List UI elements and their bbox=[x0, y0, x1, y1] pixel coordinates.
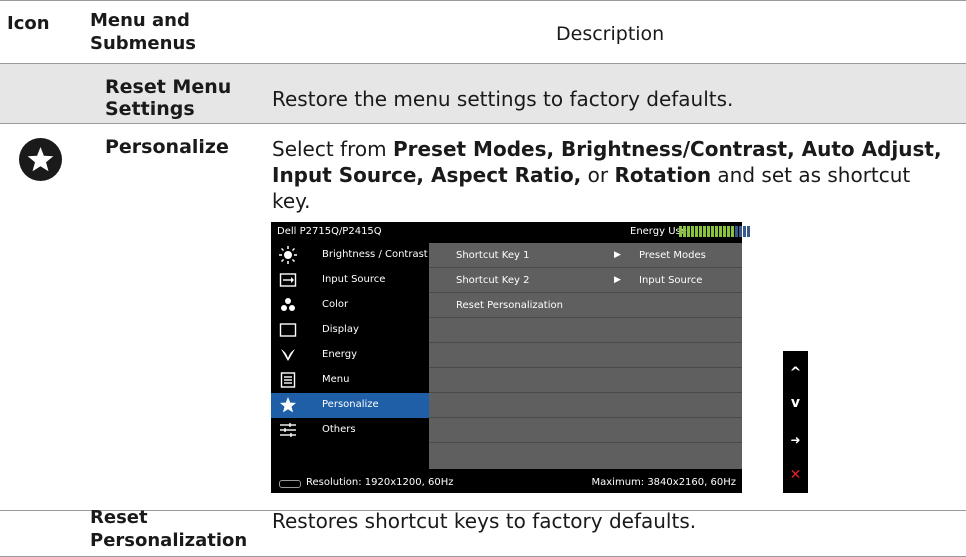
table-top-rule bbox=[0, 0, 966, 1]
energy-bar-segment bbox=[699, 226, 702, 237]
osd-maximum: Maximum: 3840x2160, 60Hz bbox=[591, 477, 737, 488]
star-icon bbox=[280, 397, 296, 413]
osd-row-key: Shortcut Key 2 bbox=[456, 275, 530, 286]
osd-footer: Resolution: 1920x1200, 60Hz Maximum: 384… bbox=[271, 473, 742, 493]
right-arrow-icon[interactable]: ➜ bbox=[783, 428, 808, 452]
osd-item-label: Energy bbox=[322, 349, 358, 360]
energy-bar-segment bbox=[743, 226, 746, 237]
energy-bar-segment bbox=[683, 226, 686, 237]
osd-item-personalize[interactable]: Personalize bbox=[271, 393, 429, 418]
brightness-icon bbox=[279, 246, 297, 264]
right-triangle-icon: ▶ bbox=[614, 250, 621, 260]
osd-row-shortcut-key-2[interactable]: Shortcut Key 2 ▶ Input Source bbox=[429, 268, 742, 293]
header-menu-line1: Menu and bbox=[90, 10, 190, 31]
description-personalize-line2: Input Source, Aspect Ratio, or Rotation … bbox=[272, 163, 911, 187]
osd-item-display[interactable]: Display bbox=[271, 318, 429, 343]
menu-reset-personalization-line2: Personalization bbox=[90, 530, 248, 551]
osd-item-label: Input Source bbox=[322, 274, 386, 285]
osd-item-label: Menu bbox=[322, 374, 350, 385]
energy-bar-segment bbox=[695, 226, 698, 237]
osd-row-reset-personalization[interactable]: Reset Personalization bbox=[429, 293, 742, 318]
input-source-icon bbox=[279, 273, 297, 287]
down-chevron-icon[interactable]: v bbox=[783, 391, 808, 415]
menu-reset-menu-settings-line1: Reset Menu bbox=[105, 76, 232, 98]
energy-bar-segment bbox=[711, 226, 714, 237]
description-reset-personalization: Restores shortcut keys to factory defaul… bbox=[272, 509, 697, 533]
osd-resolution: Resolution: 1920x1200, 60Hz bbox=[306, 477, 454, 488]
osd-item-label: Brightness / Contrast bbox=[322, 249, 428, 260]
energy-bar-segment bbox=[715, 226, 718, 237]
row-divider bbox=[0, 123, 966, 124]
cable-icon bbox=[279, 480, 301, 488]
osd-item-others[interactable]: Others bbox=[271, 418, 429, 443]
osd-item-label: Personalize bbox=[322, 399, 379, 410]
header-description: Description bbox=[556, 23, 665, 45]
osd-submenu-panel: Shortcut Key 1 ▶ Preset Modes Shortcut K… bbox=[429, 243, 742, 469]
osd-row-key: Shortcut Key 1 bbox=[456, 250, 530, 261]
close-x-icon[interactable]: ✕ bbox=[783, 463, 808, 487]
osd-item-energy[interactable]: Energy bbox=[271, 343, 429, 368]
personalize-star-icon bbox=[19, 138, 62, 181]
energy-bar-segment bbox=[719, 226, 722, 237]
display-icon bbox=[279, 323, 297, 337]
osd-title: Dell P2715Q/P2415Q bbox=[277, 226, 382, 237]
header-icon: Icon bbox=[7, 13, 50, 34]
energy-bar-segment bbox=[739, 226, 742, 237]
energy-bar-segment bbox=[707, 226, 710, 237]
energy-bar-segment bbox=[687, 226, 690, 237]
osd-row-empty bbox=[429, 368, 742, 393]
osd-row-value: Input Source bbox=[639, 275, 703, 286]
osd-row-empty bbox=[429, 343, 742, 368]
osd-menu-screenshot: Dell P2715Q/P2415Q Energy Use Brightness… bbox=[271, 222, 750, 493]
osd-row-empty bbox=[429, 393, 742, 418]
osd-row-key: Reset Personalization bbox=[456, 300, 563, 311]
energy-bar-segment bbox=[723, 226, 726, 237]
energy-bar-segment bbox=[747, 226, 750, 237]
osd-row-empty bbox=[429, 318, 742, 343]
description-reset-menu-settings: Restore the menu settings to factory def… bbox=[272, 87, 734, 111]
osd-item-menu[interactable]: Menu bbox=[271, 368, 429, 393]
energy-bar-segment bbox=[679, 226, 682, 237]
osd-row-shortcut-key-1[interactable]: Shortcut Key 1 ▶ Preset Modes bbox=[429, 243, 742, 268]
osd-item-label: Display bbox=[322, 324, 359, 335]
right-triangle-icon: ▶ bbox=[614, 275, 621, 285]
others-icon bbox=[280, 423, 296, 437]
menu-reset-personalization-line1: Reset bbox=[90, 507, 148, 528]
menu-personalize: Personalize bbox=[105, 136, 229, 158]
energy-use-meter bbox=[679, 226, 750, 237]
osd-item-brightness-contrast[interactable]: Brightness / Contrast bbox=[271, 243, 429, 268]
osd-row-value: Preset Modes bbox=[639, 250, 706, 261]
osd-row-empty bbox=[429, 443, 742, 467]
up-chevron-icon[interactable]: ^ bbox=[783, 361, 808, 385]
description-personalize-line1: Select from Preset Modes, Brightness/Con… bbox=[272, 137, 942, 161]
description-personalize-line3: key. bbox=[272, 189, 311, 213]
osd-button-strip: ^ v ➜ ✕ bbox=[783, 351, 808, 493]
energy-icon bbox=[281, 349, 295, 361]
energy-bar-segment bbox=[691, 226, 694, 237]
osd-menu-list: Brightness / Contrast Input Source Color… bbox=[271, 243, 429, 473]
energy-bar-segment bbox=[731, 226, 734, 237]
menu-icon bbox=[280, 372, 296, 388]
energy-bar-segment bbox=[735, 226, 738, 237]
osd-item-label: Color bbox=[322, 299, 349, 310]
osd-item-color[interactable]: Color bbox=[271, 293, 429, 318]
osd-item-input-source[interactable]: Input Source bbox=[271, 268, 429, 293]
menu-reset-menu-settings-line2: Settings bbox=[105, 98, 195, 120]
color-dots-icon bbox=[281, 298, 295, 311]
osd-item-label: Others bbox=[322, 424, 356, 435]
energy-bar-segment bbox=[703, 226, 706, 237]
energy-bar-segment bbox=[727, 226, 730, 237]
osd-row-empty bbox=[429, 418, 742, 443]
header-menu-line2: Submenus bbox=[90, 33, 196, 54]
